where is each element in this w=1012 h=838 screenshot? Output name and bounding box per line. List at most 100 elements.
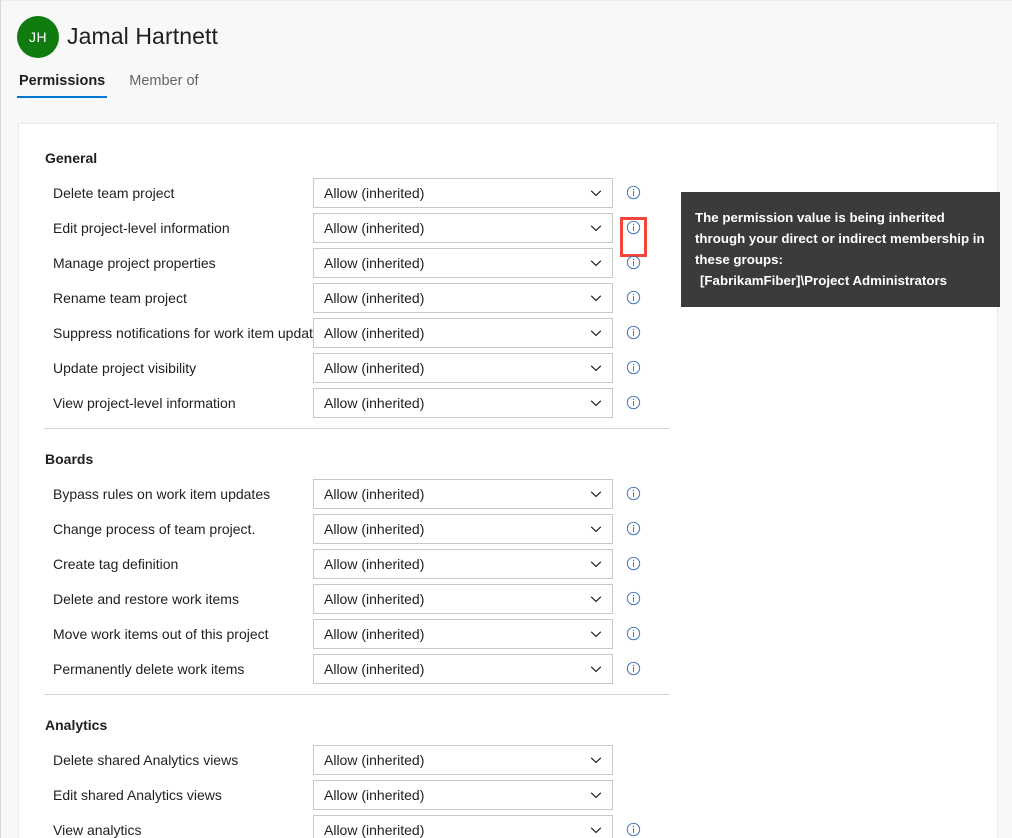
permission-value-dropdown[interactable]: Allow (inherited)	[313, 388, 613, 418]
info-icon[interactable]	[626, 290, 641, 305]
permission-value-dropdown[interactable]: Allow (inherited)	[313, 745, 613, 775]
permission-value-dropdown[interactable]: Allow (inherited)	[313, 584, 613, 614]
permission-value-label: Allow (inherited)	[314, 521, 424, 537]
permission-value-label: Allow (inherited)	[314, 591, 424, 607]
info-icon[interactable]	[626, 661, 641, 676]
permission-value-dropdown[interactable]: Allow (inherited)	[313, 815, 613, 838]
permission-value-dropdown[interactable]: Allow (inherited)	[313, 353, 613, 383]
permission-value-label: Allow (inherited)	[314, 325, 424, 341]
permission-value-label: Allow (inherited)	[314, 661, 424, 677]
tab-permissions-label: Permissions	[19, 73, 105, 89]
permission-value-label: Allow (inherited)	[314, 290, 424, 306]
permission-value-dropdown[interactable]: Allow (inherited)	[313, 318, 613, 348]
permission-label: Rename team project	[19, 290, 313, 306]
permission-value-dropdown[interactable]: Allow (inherited)	[313, 514, 613, 544]
permission-value-dropdown[interactable]: Allow (inherited)	[313, 479, 613, 509]
permission-value-dropdown[interactable]: Allow (inherited)	[313, 248, 613, 278]
permission-info-button[interactable]	[613, 661, 653, 676]
tab-permissions[interactable]: Permissions	[17, 73, 107, 98]
permission-label: View project-level information	[19, 395, 313, 411]
permission-row: Permanently delete work itemsAllow (inhe…	[19, 651, 997, 686]
permission-label: Delete and restore work items	[19, 591, 313, 607]
info-icon[interactable]	[626, 556, 641, 571]
permission-info-button[interactable]	[613, 591, 653, 606]
chevron-down-icon	[589, 221, 603, 235]
info-icon[interactable]	[626, 395, 641, 410]
permission-info-button[interactable]	[613, 220, 653, 235]
permission-row: Edit shared Analytics viewsAllow (inheri…	[19, 777, 997, 812]
permission-info-button[interactable]	[613, 255, 653, 270]
permissions-page: JH Jamal Hartnett Permissions Member of …	[0, 0, 1012, 838]
chevron-down-icon	[589, 396, 603, 410]
info-icon[interactable]	[626, 626, 641, 641]
permission-value-dropdown[interactable]: Allow (inherited)	[313, 283, 613, 313]
permission-value-dropdown[interactable]: Allow (inherited)	[313, 619, 613, 649]
info-icon[interactable]	[626, 325, 641, 340]
permission-value-dropdown[interactable]: Allow (inherited)	[313, 549, 613, 579]
page-title: Jamal Hartnett	[67, 23, 218, 50]
permission-row: Change process of team project.Allow (in…	[19, 511, 997, 546]
permission-value-dropdown[interactable]: Allow (inherited)	[313, 213, 613, 243]
permission-row: View project-level informationAllow (inh…	[19, 385, 997, 420]
tab-member-of[interactable]: Member of	[127, 73, 200, 98]
permission-value-label: Allow (inherited)	[314, 752, 424, 768]
chevron-down-icon	[589, 662, 603, 676]
permission-info-button[interactable]	[613, 521, 653, 536]
info-icon[interactable]	[626, 521, 641, 536]
permission-label: Create tag definition	[19, 556, 313, 572]
chevron-down-icon	[589, 823, 603, 837]
permission-value-label: Allow (inherited)	[314, 486, 424, 502]
chevron-down-icon	[589, 788, 603, 802]
permission-info-button[interactable]	[613, 185, 653, 200]
permission-info-button[interactable]	[613, 360, 653, 375]
permission-row: Update project visibilityAllow (inherite…	[19, 350, 997, 385]
permission-info-button[interactable]	[613, 395, 653, 410]
permission-row: Delete and restore work itemsAllow (inhe…	[19, 581, 997, 616]
section-title: General	[19, 150, 997, 166]
chevron-down-icon	[589, 753, 603, 767]
permission-label: Permanently delete work items	[19, 661, 313, 677]
info-icon[interactable]	[626, 185, 641, 200]
permission-value-dropdown[interactable]: Allow (inherited)	[313, 654, 613, 684]
permission-value-label: Allow (inherited)	[314, 185, 424, 201]
permission-value-label: Allow (inherited)	[314, 395, 424, 411]
info-icon[interactable]	[626, 360, 641, 375]
permission-rows: Bypass rules on work item updatesAllow (…	[19, 476, 997, 686]
permission-value-label: Allow (inherited)	[314, 822, 424, 838]
info-icon[interactable]	[626, 255, 641, 270]
chevron-down-icon	[589, 487, 603, 501]
permission-label: Edit project-level information	[19, 220, 313, 236]
permission-value-label: Allow (inherited)	[314, 787, 424, 803]
permission-label: Update project visibility	[19, 360, 313, 376]
permission-value-dropdown[interactable]: Allow (inherited)	[313, 780, 613, 810]
chevron-down-icon	[589, 186, 603, 200]
permission-info-button[interactable]	[613, 822, 653, 837]
permission-info-button[interactable]	[613, 626, 653, 641]
permission-row: View analyticsAllow (inherited)	[19, 812, 997, 838]
permission-info-button[interactable]	[613, 325, 653, 340]
avatar-initials: JH	[29, 29, 47, 45]
permission-label: Delete shared Analytics views	[19, 752, 313, 768]
info-icon[interactable]	[626, 220, 641, 235]
permission-info-button[interactable]	[613, 556, 653, 571]
chevron-down-icon	[589, 557, 603, 571]
permission-value-label: Allow (inherited)	[314, 255, 424, 271]
permission-value-dropdown[interactable]: Allow (inherited)	[313, 178, 613, 208]
info-icon[interactable]	[626, 822, 641, 837]
permission-label: Manage project properties	[19, 255, 313, 271]
section-title: Analytics	[19, 717, 997, 733]
page-header: JH Jamal Hartnett Permissions Member of	[1, 1, 1012, 109]
permission-info-button[interactable]	[613, 486, 653, 501]
permission-label: View analytics	[19, 822, 313, 838]
permission-row: Suppress notifications for work item upd…	[19, 315, 997, 350]
permission-value-label: Allow (inherited)	[314, 220, 424, 236]
info-icon[interactable]	[626, 591, 641, 606]
permission-row: Delete shared Analytics viewsAllow (inhe…	[19, 742, 997, 777]
chevron-down-icon	[589, 627, 603, 641]
permission-row: Move work items out of this projectAllow…	[19, 616, 997, 651]
tab-bar: Permissions Member of	[17, 73, 201, 98]
chevron-down-icon	[589, 326, 603, 340]
chevron-down-icon	[589, 361, 603, 375]
info-icon[interactable]	[626, 486, 641, 501]
permission-info-button[interactable]	[613, 290, 653, 305]
